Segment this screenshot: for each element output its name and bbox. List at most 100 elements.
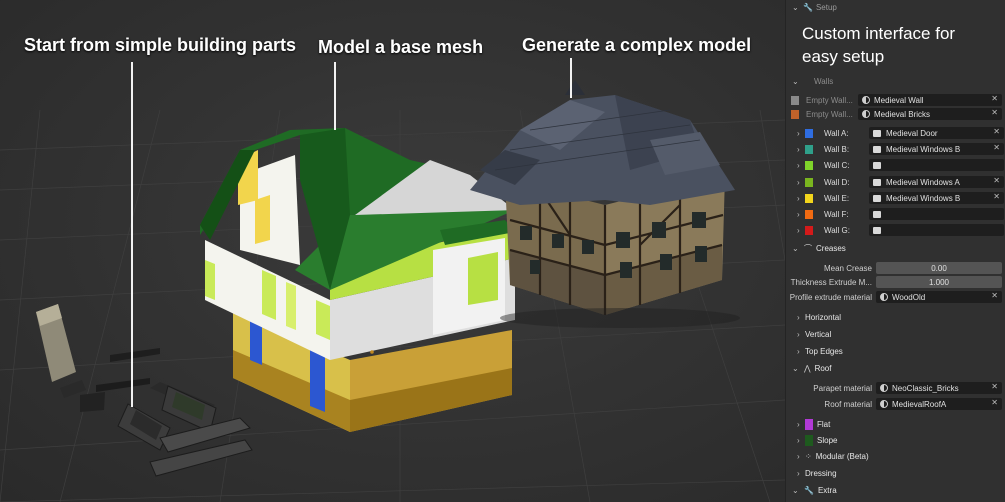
material-value: Medieval Wall (874, 95, 924, 105)
creases-header[interactable]: ⌄ ⌒ Creases (786, 241, 1005, 255)
material-icon (880, 384, 888, 392)
close-icon[interactable]: ✕ (993, 192, 1000, 201)
chevron-down-icon: ⌄ (792, 76, 799, 86)
walls-header[interactable]: ⌄ Walls (786, 74, 1005, 88)
slope-subpanel[interactable]: › Slope (786, 433, 1005, 447)
color-swatch[interactable] (805, 128, 813, 138)
color-swatch[interactable] (805, 177, 813, 187)
object-field[interactable]: Medieval Windows B ✕ (869, 143, 1004, 155)
color-swatch[interactable] (791, 95, 799, 105)
object-field[interactable]: Medieval Door ✕ (869, 127, 1004, 139)
chevron-down-icon: ⌄ (792, 485, 799, 495)
chevron-right-icon: › (797, 346, 800, 356)
chevron-right-icon[interactable]: › (797, 161, 805, 170)
chevron-right-icon: › (797, 419, 800, 429)
material-field[interactable]: Medieval Wall ✕ (858, 94, 1002, 106)
wall-row-g[interactable]: › Wall G: (786, 223, 1005, 237)
wrench-icon: 🔧 (804, 485, 814, 495)
parapet-material-field[interactable]: NeoClassic_Bricks ✕ (876, 382, 1002, 394)
3d-viewport[interactable]: Start from simple building parts Model a… (0, 0, 785, 502)
horizontal-subpanel[interactable]: › Horizontal (786, 310, 1005, 324)
thickness-input[interactable]: 1.000 (876, 276, 1002, 288)
color-swatch[interactable] (805, 160, 813, 170)
color-swatch[interactable] (805, 144, 813, 154)
roof-header[interactable]: ⌄ ⋀ Roof (786, 361, 1005, 375)
wall-row-a[interactable]: › Wall A: Medieval Door ✕ (786, 126, 1005, 140)
roof-material-label: Roof material (824, 399, 872, 409)
close-icon[interactable]: ✕ (991, 398, 998, 407)
top-edges-subpanel[interactable]: › Top Edges (786, 344, 1005, 358)
object-field[interactable]: Medieval Windows B ✕ (869, 192, 1004, 204)
material-icon (880, 293, 888, 301)
chevron-right-icon[interactable]: › (797, 226, 805, 235)
close-icon[interactable]: ✕ (991, 382, 998, 391)
flat-subpanel[interactable]: › Flat (786, 417, 1005, 431)
color-swatch[interactable] (805, 209, 813, 219)
color-swatch[interactable] (805, 193, 813, 203)
chevron-right-icon[interactable]: › (797, 129, 805, 138)
wall-label: Wall F: (824, 209, 849, 219)
color-swatch[interactable] (805, 418, 813, 430)
chevron-right-icon: › (797, 312, 800, 322)
wall-label: Wall C: (824, 160, 850, 170)
close-icon[interactable]: ✕ (993, 127, 1000, 136)
vertical-subpanel[interactable]: › Vertical (786, 327, 1005, 341)
setup-header[interactable]: ⌄ 🔧 Setup (786, 0, 1005, 14)
material-field[interactable]: Medieval Bricks ✕ (858, 108, 1002, 120)
mean-crease-row: Mean Crease 0.00 (786, 261, 1005, 275)
flat-label: Flat (817, 419, 831, 429)
object-value: Medieval Windows B (886, 144, 961, 154)
chevron-right-icon[interactable]: › (797, 178, 805, 187)
complex-medieval-house (470, 80, 735, 315)
slope-label: Slope (817, 435, 838, 445)
close-icon[interactable]: ✕ (991, 108, 998, 117)
empty-wall-row[interactable]: Empty Wall... Medieval Bricks ✕ (786, 107, 1005, 121)
empty-wall-row[interactable]: Empty Wall... Medieval Wall ✕ (786, 93, 1005, 107)
material-icon (862, 110, 870, 118)
object-icon (873, 194, 881, 202)
dressing-subpanel[interactable]: › Dressing (786, 466, 1005, 480)
object-field[interactable] (869, 159, 1004, 171)
chevron-down-icon: ⌄ (792, 2, 799, 12)
extra-header[interactable]: ⌄ 🔧 Extra (786, 483, 1005, 497)
caption-parts: Start from simple building parts (24, 35, 297, 55)
profile-material-row: Profile extrude material WoodOld ✕ (786, 290, 1005, 304)
wall-row-c[interactable]: › Wall C: (786, 158, 1005, 172)
profile-material-field[interactable]: WoodOld ✕ (876, 291, 1002, 303)
color-swatch[interactable] (805, 434, 813, 446)
base-mesh-house (200, 128, 515, 432)
object-icon (873, 210, 881, 218)
thickness-value: 1.000 (928, 277, 950, 287)
crease-icon: ⌒ (804, 243, 812, 253)
close-icon[interactable]: ✕ (993, 143, 1000, 152)
close-icon[interactable]: ✕ (993, 176, 1000, 185)
thickness-label: Thickness Extrude M... (790, 277, 872, 287)
object-value: Medieval Windows B (886, 193, 961, 203)
wrench-icon: 🔧 (803, 2, 813, 12)
setup-header-label: Setup (815, 2, 837, 12)
color-swatch[interactable] (791, 109, 799, 119)
wall-label: Wall G: (824, 225, 850, 235)
mean-crease-input[interactable]: 0.00 (876, 262, 1002, 274)
wall-row-f[interactable]: › Wall F: (786, 207, 1005, 221)
roof-material-field[interactable]: MedievalRoofA ✕ (876, 398, 1002, 410)
object-field[interactable]: Medieval Windows A ✕ (869, 176, 1004, 188)
object-field[interactable] (869, 208, 1004, 220)
wall-row-e[interactable]: › Wall E: Medieval Windows B ✕ (786, 191, 1005, 205)
object-field[interactable] (869, 224, 1004, 236)
modular-subpanel[interactable]: › ⁘ Modular (Beta) (786, 449, 1005, 463)
object-icon (873, 226, 881, 234)
close-icon[interactable]: ✕ (991, 291, 998, 300)
wall-row-b[interactable]: › Wall B: Medieval Windows B ✕ (786, 142, 1005, 156)
interface-caption-line2: easy setup (802, 47, 885, 66)
chevron-down-icon: ⌄ (792, 363, 799, 373)
wall-row-d[interactable]: › Wall D: Medieval Windows A ✕ (786, 175, 1005, 189)
chevron-right-icon[interactable]: › (797, 145, 805, 154)
color-swatch[interactable] (805, 225, 813, 235)
close-icon[interactable]: ✕ (991, 94, 998, 103)
object-icon (873, 129, 881, 137)
chevron-right-icon[interactable]: › (797, 210, 805, 219)
empty-wall-label: Empty Wall... (806, 109, 853, 119)
chevron-right-icon[interactable]: › (797, 194, 805, 203)
caption-mesh: Model a base mesh (318, 37, 484, 57)
